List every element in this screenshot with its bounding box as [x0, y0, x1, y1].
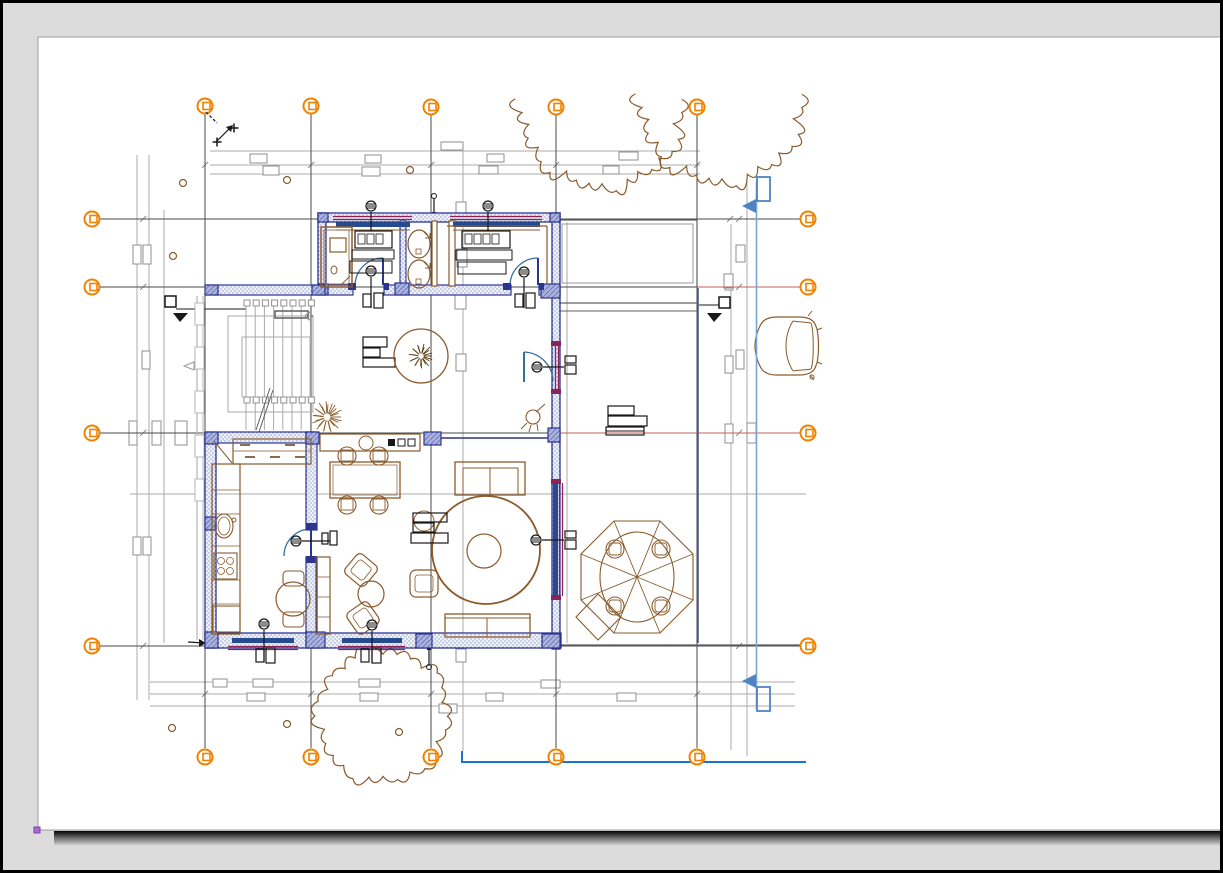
wood-partition	[431, 220, 438, 287]
column	[204, 431, 219, 445]
sheet-corner-handle	[33, 826, 41, 834]
column	[549, 212, 561, 223]
sheet-shadow	[54, 831, 1223, 846]
column	[415, 633, 433, 649]
column	[547, 427, 561, 443]
drawing-canvas[interactable]	[0, 0, 1223, 873]
cad-workspace	[0, 0, 1223, 873]
grid-bubble	[799, 637, 817, 655]
grid-bubble	[83, 637, 101, 655]
exterior-wall	[317, 212, 561, 223]
grid-bubble	[547, 748, 565, 766]
window-glazing	[232, 638, 294, 643]
exterior-wall	[204, 432, 217, 649]
grid-bubble	[83, 424, 101, 442]
column	[317, 212, 329, 223]
grid-bubble	[196, 748, 214, 766]
column	[394, 282, 410, 296]
column	[204, 516, 217, 531]
wood-partition	[448, 220, 456, 287]
grid-bubble	[83, 210, 101, 228]
column	[541, 633, 561, 649]
grid-bubble	[83, 278, 101, 296]
column	[423, 431, 442, 446]
grid-bubble	[196, 97, 214, 115]
column	[305, 431, 320, 445]
grid-bubble	[799, 210, 817, 228]
grid-bubble	[688, 98, 706, 116]
grid-bubble	[302, 97, 320, 115]
grid-bubble	[688, 748, 706, 766]
decor	[388, 439, 395, 446]
grid-bubble	[422, 98, 440, 116]
grid-bubble	[799, 424, 817, 442]
exterior-wall	[317, 212, 327, 294]
grid-bubble	[547, 98, 565, 116]
grid-bubble	[302, 748, 320, 766]
bath-partition	[399, 220, 407, 287]
grid-bubble	[799, 278, 817, 296]
column	[204, 284, 219, 296]
interior-wall	[204, 431, 315, 444]
grid-bubble	[422, 748, 440, 766]
